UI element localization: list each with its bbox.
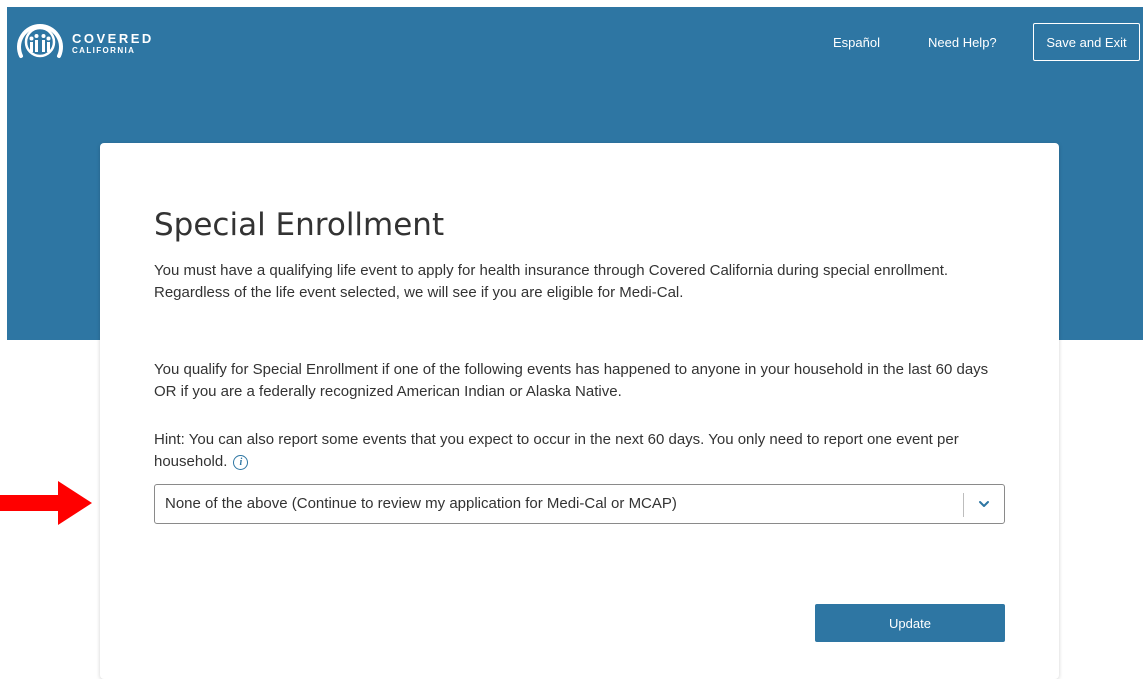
brand-wordmark: COVERED CALIFORNIA (72, 32, 154, 55)
page-title: Special Enrollment (154, 207, 445, 243)
info-icon[interactable]: i (233, 455, 249, 470)
covered-california-logo-icon (17, 24, 63, 58)
special-enrollment-card: Special Enrollment You must have a quali… (100, 143, 1059, 679)
save-and-exit-button[interactable]: Save and Exit (1033, 23, 1140, 61)
update-button[interactable]: Update (815, 604, 1005, 642)
qualify-text: You qualify for Special Enrollment if on… (154, 361, 989, 400)
brand-logo[interactable]: COVERED CALIFORNIA (15, 11, 154, 75)
life-event-select[interactable]: None of the above (Continue to review my… (154, 484, 1005, 524)
brand-line1: COVERED (72, 30, 154, 46)
hint-label: Hint: You can also report some events th… (154, 431, 959, 470)
hint-text: Hint: You can also report some events th… (154, 429, 1004, 473)
chevron-down-icon[interactable] (976, 496, 992, 512)
espanol-link[interactable]: Español (833, 35, 880, 50)
intro-text: You must have a qualifying life event to… (154, 262, 949, 301)
page: COVERED CALIFORNIA Español Need Help? Sa… (7, 7, 1143, 679)
need-help-link[interactable]: Need Help? (928, 35, 997, 50)
life-event-selected-value: None of the above (Continue to review my… (165, 495, 677, 512)
brand-line2: CALIFORNIA (72, 45, 136, 55)
select-divider (963, 493, 964, 517)
right-arrow-icon (0, 481, 92, 525)
